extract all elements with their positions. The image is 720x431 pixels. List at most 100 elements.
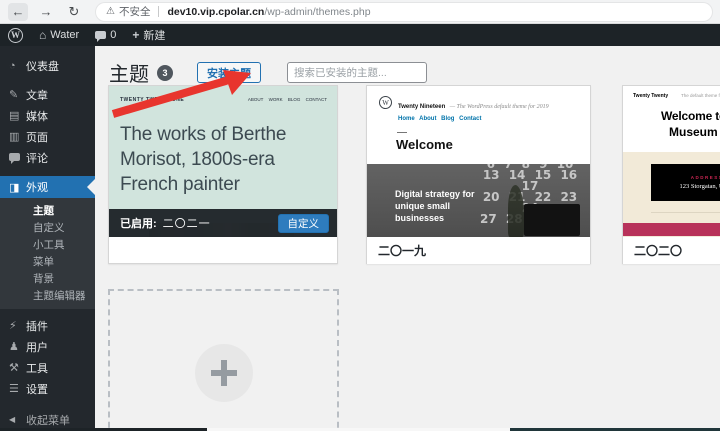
preview-header: W Twenty Nineteen — The WordPress defaul… [379,95,549,122]
sidebar-label: 文章 [26,89,48,102]
home-icon: ⌂ [39,28,47,42]
theme-name-bar: 二〇二〇 [623,237,720,264]
browser-forward-button[interactable]: → [36,3,56,21]
sidebar-label: 评论 [26,152,48,165]
theme-name: 二〇二〇 [634,244,683,258]
sidebar-label: 设置 [26,383,48,396]
new-content-menu[interactable]: + 新建 [132,27,165,43]
address-label: ADDRESS [690,175,720,180]
new-label: 新建 [143,30,166,42]
sidebar-item-posts[interactable]: ✎ 文章 [0,84,95,105]
page-header: 主题 3 安装主题 [109,58,427,87]
back-icon: ← [11,4,25,19]
address-box: ADDRESS 123 Storgatan, Umeå [651,164,720,201]
submenu-label: 主题编辑器 [33,290,86,302]
theme-name: 二〇一九 [378,244,427,258]
address-text: 123 Storgatan, Umeå [679,183,720,190]
preview-site-title: Twenty Nineteen [398,104,446,110]
submenu-item-customize[interactable]: 自定义 [0,219,95,236]
browser-back-button[interactable]: ← [8,2,28,21]
customize-button[interactable]: 自定义 [277,213,329,233]
not-secure-warning-icon: ⚠ [106,6,115,17]
url-host: dev10.vip.cpolar.cn [167,5,265,18]
theme-count-badge: 3 [157,64,173,81]
admin-sidebar: ◔ 仪表盘 ✎ 文章 ▤ 媒体 ▥ 页面 评论 ◨ 外观 主题 自定义 小工具 [0,46,95,431]
sidebar-item-media[interactable]: ▤ 媒体 [0,105,95,126]
add-new-theme-card[interactable] [108,289,339,431]
submenu-item-widgets[interactable]: 小工具 [0,236,95,253]
preview-heading-line1: Welcome to [661,109,720,123]
search-themes-input[interactable] [287,62,427,83]
page-title: 主题 [109,64,149,86]
tools-icon: ⚒ [9,362,19,374]
active-theme-bar: 已启用: 二〇二一 自定义 [109,209,337,237]
active-theme-name: 二〇二一 [162,218,211,230]
submenu-item-theme-editor[interactable]: 主题编辑器 [0,287,95,304]
sidebar-item-users[interactable]: ♟ 用户 [0,336,95,357]
media-icon: ▤ [9,110,20,122]
sidebar-label: 工具 [26,362,48,375]
theme-preview-twenty-nineteen: W Twenty Nineteen — The WordPress defaul… [367,86,590,237]
comment-count: 0 [110,29,117,41]
pages-icon: ▥ [9,131,20,143]
sidebar-label: 外观 [26,182,48,194]
comments-menu[interactable]: 0 [95,29,117,42]
preview-site-title: Twenty Twenty [633,93,669,99]
add-theme-plus-icon [195,344,253,402]
dashboard-icon: ◔ [9,59,16,72]
wp-logo-menu[interactable]: W [8,27,23,43]
address-bar[interactable]: ⚠ 不安全 dev10.vip.cpolar.cn /wp-admin/them… [96,2,712,21]
settings-icon: ☰ [9,383,19,395]
themes-page-content: 主题 3 安装主题 TWENTY TWENTY-ONE ABOUT WORK B… [95,46,720,431]
sidebar-label: 仪表盘 [26,60,59,73]
browser-refresh-button[interactable]: ↻ [64,3,84,21]
screenshot-root: ← → ↻ ⚠ 不安全 dev10.vip.cpolar.cn /wp-admi… [0,0,720,431]
preview-divider [651,212,720,213]
submenu-item-themes[interactable]: 主题 [0,202,95,219]
theme-card-twenty-twenty-one[interactable]: TWENTY TWENTY-ONE ABOUT WORK BLOG CONTAC… [108,85,338,264]
preview-heading: Welcome [396,137,453,152]
forward-icon: → [39,4,53,19]
sidebar-item-collapse-menu[interactable]: ◀ 收起菜单 [0,409,95,430]
plugins-icon: ⚡ [9,320,17,332]
plus-icon: + [132,28,140,42]
sidebar-item-settings[interactable]: ☰ 设置 [0,378,95,399]
submenu-item-menus[interactable]: 菜单 [0,253,95,270]
preview-header-area: Twenty Twenty The default theme for 2020… [623,86,720,152]
submenu-label: 小工具 [33,239,65,251]
not-secure-label: 不安全 [118,6,151,18]
sidebar-item-appearance[interactable]: ◨ 外观 [0,176,95,198]
theme-card-twenty-nineteen[interactable]: W Twenty Nineteen — The WordPress defaul… [366,85,591,264]
theme-preview-twenty-twenty: Twenty Twenty The default theme for 2020… [623,86,720,237]
install-theme-button[interactable]: 安装主题 [197,62,261,83]
site-name-menu[interactable]: ⌂ Water [39,28,79,42]
accent-bar [623,223,720,236]
sidebar-label: 媒体 [26,110,48,123]
sidebar-label: 用户 [26,341,48,354]
preview-beige-section: ADDRESS 123 Storgatan, Umeå [623,152,720,237]
preview-divider [397,132,407,133]
submenu-item-background[interactable]: 背景 [0,270,95,287]
submenu-label: 主题 [33,205,54,217]
appearance-icon: ◨ [9,181,20,194]
sidebar-item-tools[interactable]: ⚒ 工具 [0,357,95,378]
submenu-label: 背景 [33,273,54,285]
preview-heading-line2: Museum [669,125,718,139]
preview-photo: 6 7 8 9 10 13 14 15 16 17 20 21 22 23 24… [367,164,590,237]
comment-bubble-icon [95,31,107,42]
preview-nav: ABOUT WORK BLOG CONTACT [247,97,327,102]
site-name-label: Water [50,29,80,41]
submenu-label: 菜单 [33,256,54,268]
wordpress-circle-logo-icon: W [379,96,392,109]
theme-card-twenty-twenty[interactable]: Twenty Twenty The default theme for 2020… [622,85,720,264]
active-status-label: 已启用: [120,218,157,230]
sidebar-item-comments[interactable]: 评论 [0,147,95,168]
wordpress-logo-icon: W [8,27,23,43]
sidebar-item-pages[interactable]: ▥ 页面 [0,126,95,147]
preview-heading: The works of Berthe Morisot, 1800s-era F… [120,124,287,196]
preview-tagline: The default theme for 2020 [681,93,720,98]
laptop-screen [524,204,580,236]
submenu-label: 自定义 [33,222,65,234]
sidebar-item-plugins[interactable]: ⚡ 插件 [0,315,95,336]
sidebar-item-dashboard[interactable]: ◔ 仪表盘 [0,55,95,76]
